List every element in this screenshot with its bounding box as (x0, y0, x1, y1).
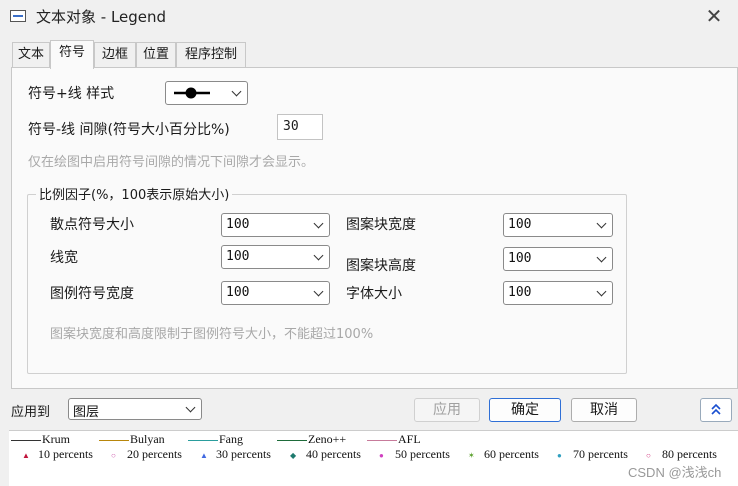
window-icon (10, 10, 26, 22)
legend-marker-label: 40 percents (306, 447, 361, 461)
chevron-down-icon (313, 286, 324, 297)
font-size-label: 字体大小 (346, 286, 402, 302)
legend-marker-label: 10 percents (38, 447, 93, 461)
legend-marker-icon: ○ (646, 451, 651, 460)
pattern-block-width-value: 100 (508, 217, 532, 232)
symbol-line-style-label: 符号+线 样式 (28, 86, 115, 102)
scatter-symbol-size-select[interactable]: 100 (221, 213, 330, 237)
pattern-block-height-select[interactable]: 100 (503, 247, 613, 271)
legend-marker-icon: ▲ (22, 451, 30, 460)
tab-symbol[interactable]: 符号 (50, 40, 94, 69)
gap-hint-text: 仅在绘图中启用符号间隙的情况下间隙才会显示。 (28, 155, 315, 170)
tab-text[interactable]: 文本 (12, 42, 50, 68)
legend-marker-label: 50 percents (395, 447, 450, 461)
legend-marker-icon: ✶ (468, 451, 475, 460)
apply-to-label: 应用到 (11, 405, 51, 420)
apply-to-value: 图层 (73, 405, 100, 420)
legend-line-label: Fang (219, 432, 243, 446)
legend-marker-label: 80 percents (662, 447, 717, 461)
symbol-gap-label: 符号-线 间隙(符号大小百分比%) (28, 122, 230, 138)
legend-symbol-width-label: 图例符号宽度 (50, 286, 134, 302)
legend-line-label: Krum (42, 432, 70, 446)
close-icon[interactable]: ✕ (696, 2, 732, 30)
apply-button[interactable]: 应用 (414, 398, 480, 422)
ok-button[interactable]: 确定 (489, 398, 561, 422)
tab-border[interactable]: 边框 (94, 42, 136, 68)
legend-marker-icon: ▲ (200, 451, 208, 460)
font-size-value: 100 (508, 285, 532, 300)
legend-symbol-width-select[interactable]: 100 (221, 281, 330, 305)
legend-marker-icon: ● (379, 451, 384, 460)
legend-marker-icon: ● (557, 451, 562, 460)
chevron-down-icon (313, 218, 324, 229)
window-title: 文本对象 - Legend (36, 8, 167, 26)
title-bar: 文本对象 - Legend ✕ (0, 0, 738, 32)
legend-line-sample (277, 440, 307, 441)
pattern-block-width-label: 图案块宽度 (346, 217, 416, 233)
legend-line-sample (188, 440, 218, 441)
legend-line-sample (11, 440, 41, 441)
scatter-symbol-size-value: 100 (226, 217, 250, 232)
symbol-gap-input[interactable]: 30 (277, 114, 323, 140)
chevron-down-icon (596, 286, 607, 297)
legend-line-label: Bulyan (130, 432, 165, 446)
legend-line-sample (367, 440, 397, 441)
double-chevron-up-icon (711, 403, 721, 415)
chevron-down-icon (185, 402, 196, 413)
cancel-button[interactable]: 取消 (571, 398, 637, 422)
line-width-select[interactable]: 100 (221, 245, 330, 269)
legend-marker-icon: ◆ (290, 451, 297, 460)
legend-marker-label: 20 percents (127, 447, 182, 461)
legend-marker-icon: ○ (111, 451, 116, 460)
chevron-down-icon (596, 218, 607, 229)
chevron-down-icon (231, 86, 242, 97)
apply-to-select[interactable]: 图层 (68, 398, 202, 420)
legend-marker-label: 30 percents (216, 447, 271, 461)
scatter-symbol-size-label: 散点符号大小 (50, 217, 134, 233)
tab-position[interactable]: 位置 (136, 42, 176, 68)
symbol-line-style-select[interactable] (165, 81, 248, 105)
expand-preview-button[interactable] (700, 398, 732, 422)
line-width-value: 100 (226, 249, 250, 264)
watermark: CSDN @浅浅ch (628, 465, 722, 480)
pattern-limit-hint: 图案块宽度和高度限制于图例符号大小，不能超过100% (50, 327, 374, 342)
legend-marker-label: 60 percents (484, 447, 539, 461)
line-width-label: 线宽 (50, 250, 78, 266)
legend-line-label: Zeno++ (308, 432, 347, 446)
pattern-block-height-value: 100 (508, 251, 532, 266)
legend-line-sample (99, 440, 129, 441)
legend-marker-label: 70 percents (573, 447, 628, 461)
font-size-select[interactable]: 100 (503, 281, 613, 305)
scale-factor-group-title: 比例因子(%，100表示原始大小) (36, 184, 233, 203)
tab-program-control[interactable]: 程序控制 (176, 42, 246, 68)
symbol-line-sample-icon (174, 87, 210, 99)
legend-line-label: AFL (398, 432, 421, 446)
pattern-block-height-label: 图案块高度 (346, 258, 416, 274)
chevron-down-icon (596, 252, 607, 263)
legend-symbol-width-value: 100 (226, 285, 250, 300)
pattern-block-width-select[interactable]: 100 (503, 213, 613, 237)
chevron-down-icon (313, 250, 324, 261)
